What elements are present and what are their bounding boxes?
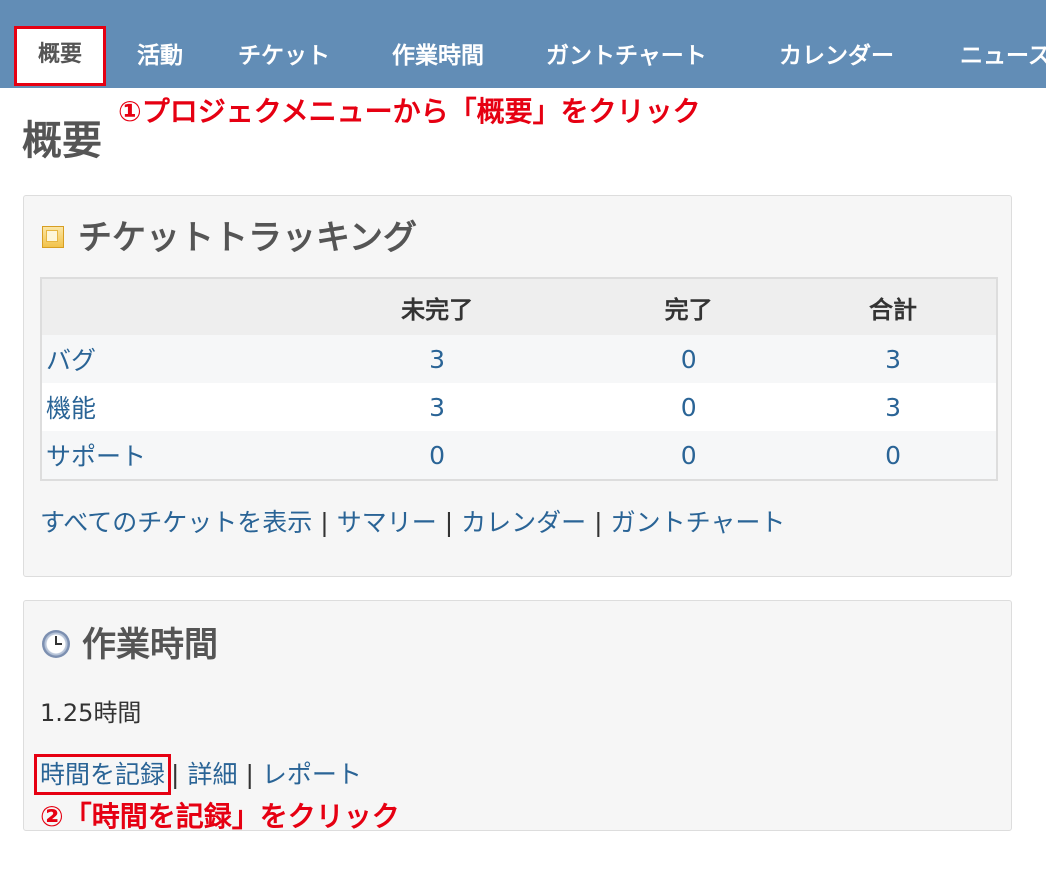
open-count-link[interactable]: 3 [429,345,445,374]
total-count-link[interactable]: 0 [885,441,901,470]
issue-tracking-heading: チケットトラッキング [42,210,417,259]
tab-issues[interactable]: チケット [238,30,330,88]
page-title: 概要 [22,118,102,164]
link-separator: | [444,508,454,537]
link-separator: | [171,760,180,789]
link-separator: | [320,508,329,537]
tracker-link-support[interactable]: サポート [46,442,146,471]
tab-overview[interactable]: 概要 [14,26,106,86]
tab-activity[interactable]: 活動 [137,30,183,88]
details-link[interactable]: 詳細 [187,760,237,789]
table-row: サポート 0 0 0 [41,431,997,480]
spent-hours: 1.25時間 [40,699,142,727]
report-link[interactable]: レポート [262,760,362,789]
total-count-link[interactable]: 3 [885,345,901,374]
tab-news[interactable]: ニュース [960,30,1046,88]
open-count-link[interactable]: 0 [429,441,445,470]
spent-time-box: 作業時間 1.25時間 時間を記録 | 詳細 | レポート ②「時間を記録」をクリック [23,600,1012,833]
gantt-link[interactable]: ガントチャート [611,508,786,537]
tab-gantt[interactable]: ガントチャート [546,30,707,88]
issue-links: すべてのチケットを表示 | サマリー | カレンダー | ガントチャート [40,503,785,539]
issue-tracking-box: チケットトラッキング 未完了 完了 合計 バグ 3 0 3 機能 3 0 3 サ… [23,195,1012,577]
link-separator: | [594,508,603,537]
issue-stats-table: 未完了 完了 合計 バグ 3 0 3 機能 3 0 3 サポート 0 0 0 [40,277,998,481]
annotation-step1: ①プロジェクメニューから「概要」をクリック [118,95,701,128]
link-separator: | [245,760,254,789]
clock-icon [42,629,70,658]
closed-count-link[interactable]: 0 [681,441,697,470]
summary-link[interactable]: サマリー [337,508,437,537]
table-header-row: 未完了 完了 合計 [41,278,997,335]
table-row: バグ 3 0 3 [41,335,997,383]
column-header-open: 未完了 [287,278,588,335]
column-header-tracker [41,278,287,335]
table-row: 機能 3 0 3 [41,383,997,431]
total-count-link[interactable]: 3 [885,393,901,422]
tracker-link-feature[interactable]: 機能 [46,394,96,423]
closed-count-link[interactable]: 0 [681,345,697,374]
log-time-link[interactable]: 時間を記録 [33,754,172,795]
tab-calendar[interactable]: カレンダー [779,30,894,88]
column-header-total: 合計 [790,278,997,335]
open-count-link[interactable]: 3 [429,393,445,422]
spent-time-links: 時間を記録 | 詳細 | レポート [33,754,362,795]
column-header-closed: 完了 [587,278,791,335]
view-all-issues-link[interactable]: すべてのチケットを表示 [40,508,312,537]
issue-tracking-title: チケットトラッキング [78,218,417,258]
tracker-link-bug[interactable]: バグ [46,346,96,375]
tab-time-entries[interactable]: 作業時間 [392,30,484,88]
spent-time-title: 作業時間 [82,625,218,665]
calendar-link[interactable]: カレンダー [461,508,586,537]
annotation-step2: ②「時間を記録」をクリック [40,800,400,833]
spent-time-heading: 作業時間 [42,617,218,666]
project-menu: 概要 活動 チケット 作業時間 ガントチャート カレンダー ニュース [0,0,1046,88]
ticket-icon [42,225,64,248]
closed-count-link[interactable]: 0 [681,393,697,422]
